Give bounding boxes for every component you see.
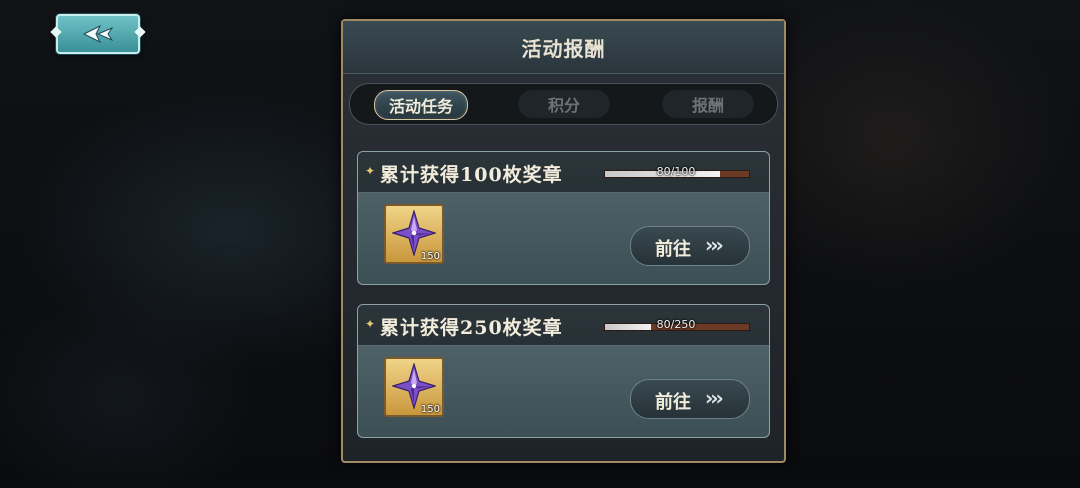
triple-chevron-right-icon: ››› xyxy=(705,233,724,257)
reward-item[interactable]: 150 xyxy=(384,204,444,264)
go-button[interactable]: 前往 ››› xyxy=(630,226,750,266)
triple-chevron-right-icon: ››› xyxy=(705,386,724,410)
go-button-label: 前往 xyxy=(655,239,691,260)
task-title: 累计获得250枚奖章 xyxy=(380,317,563,339)
purple-star-crystal-icon xyxy=(392,210,436,256)
tab-bar: 活动任务 积分 报酬 xyxy=(349,83,778,125)
purple-star-crystal-icon xyxy=(392,363,436,409)
go-button-label: 前往 xyxy=(655,392,691,413)
panel-title: 活动报酬 xyxy=(521,37,606,61)
progress-text: 80/100 xyxy=(656,165,696,178)
reward-item[interactable]: 150 xyxy=(384,357,444,417)
back-arrow-icon xyxy=(82,24,114,44)
task-card: ✦ 累计获得250枚奖章 80/250 150 前往 ››› xyxy=(357,304,770,438)
task-header: ✦ 累计获得250枚奖章 80/250 xyxy=(358,305,769,346)
tab-activity-tasks[interactable]: 活动任务 xyxy=(374,90,468,120)
go-button[interactable]: 前往 ››› xyxy=(630,379,750,419)
panel-header: 活动报酬 xyxy=(343,21,784,74)
tab-rewards[interactable]: 报酬 xyxy=(662,90,754,118)
reward-count: 150 xyxy=(420,404,440,415)
star-bullet-icon: ✦ xyxy=(365,317,376,331)
tab-points[interactable]: 积分 xyxy=(518,90,610,118)
star-bullet-icon: ✦ xyxy=(365,164,376,178)
task-header: ✦ 累计获得100枚奖章 80/100 xyxy=(358,152,769,193)
activity-reward-panel: 活动报酬 活动任务 积分 报酬 ✦ 累计获得100枚奖章 80/100 150 xyxy=(341,19,786,463)
progress-text: 80/250 xyxy=(656,318,696,331)
task-title: 累计获得100枚奖章 xyxy=(380,164,563,186)
back-button[interactable] xyxy=(56,14,140,54)
reward-count: 150 xyxy=(420,251,440,262)
task-card: ✦ 累计获得100枚奖章 80/100 150 前往 ››› xyxy=(357,151,770,285)
